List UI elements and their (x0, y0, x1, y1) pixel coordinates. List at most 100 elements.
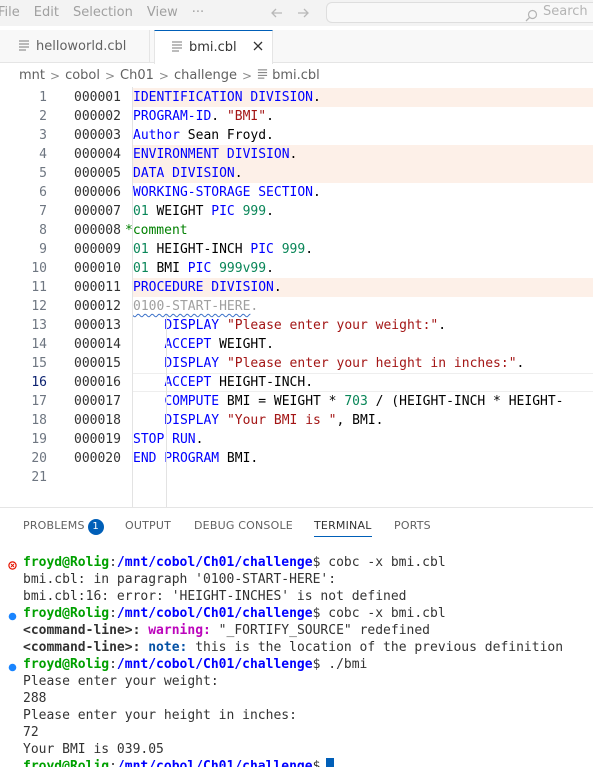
indent-guide (132, 87, 133, 507)
breadcrumb-item[interactable]: bmi.cbl (272, 68, 320, 83)
code-token: 01 (133, 204, 149, 219)
code-text: DATA DIVISION. (133, 164, 243, 183)
sequence-number: 000015 (74, 356, 121, 371)
code-line[interactable]: 9 000009 01 HEIGHT-INCH PIC 999. (0, 240, 593, 259)
terminal-text: 72 (23, 724, 39, 741)
terminal-line: froyd@Rolig:/mnt/cobol/Ch01/challenge$ c… (0, 605, 593, 622)
menu-file[interactable]: File (0, 2, 27, 24)
code-line[interactable]: 6 000006 WORKING-STORAGE SECTION. (0, 183, 593, 202)
back-arrow-icon[interactable] (270, 6, 284, 20)
terminal-token: froyd@Rolig (23, 759, 110, 767)
terminal-output[interactable]: froyd@Rolig:/mnt/cobol/Ch01/challenge$ c… (0, 554, 593, 767)
terminal-token: Please enter your height in inches: (23, 708, 297, 723)
tab-output[interactable]: OUTPUT (125, 517, 171, 537)
line-number: 19 (31, 432, 47, 447)
tab-debug-console[interactable]: DEBUG CONSOLE (194, 517, 293, 537)
tab-problems[interactable]: PROBLEMS 1 (23, 517, 104, 537)
sequence-number: 000014 (74, 337, 121, 352)
code-line[interactable]: 11 000011 PROCEDURE DIVISION. (0, 278, 593, 297)
code-line[interactable]: 15 000015 DISPLAY "Please enter your heig… (0, 354, 593, 373)
code-token: DISPLAY (164, 318, 220, 333)
terminal-line: 72 (0, 724, 593, 741)
code-editor[interactable]: 1 000001 IDENTIFICATION DIVISION. 2 000002 PR… (0, 87, 593, 507)
code-token: WEIGHT. (211, 337, 274, 352)
code-line[interactable]: 21 (0, 468, 593, 487)
code-line[interactable]: 19 000019 STOP RUN. (0, 430, 593, 449)
code-token: 0100-START-HERE (133, 299, 251, 314)
terminal-token: froyd@Rolig (23, 555, 110, 570)
code-line[interactable]: 17 000017 COMPUTE BMI = WEIGHT * 703 / (H… (0, 392, 593, 411)
terminal-token: bmi.cbl: in paragraph '0100-START-HERE': (23, 572, 337, 587)
close-icon[interactable] (252, 40, 264, 56)
forward-arrow-icon[interactable] (296, 6, 310, 20)
tab-terminal[interactable]: TERMINAL (314, 517, 372, 537)
code-token: . (211, 109, 220, 124)
code-token: IDENTIFICATION DIVISION (133, 90, 314, 105)
code-text: STOP RUN. (133, 430, 203, 449)
breadcrumb-item[interactable]: Ch01 (120, 68, 154, 83)
code-line[interactable]: 14 000014 ACCEPT WEIGHT. (0, 335, 593, 354)
code-line[interactable]: 10 000010 01 BMI PIC 999v99. (0, 259, 593, 278)
code-line[interactable]: 1 000001 IDENTIFICATION DIVISION. (0, 88, 593, 107)
terminal-text: bmi.cbl: in paragraph '0100-START-HERE': (23, 571, 336, 588)
line-number: 21 (31, 470, 47, 485)
code-line[interactable]: 20 000020 END PROGRAM BMI. (0, 449, 593, 468)
terminal-token: : (109, 555, 117, 570)
command-center-search[interactable]: Search (326, 2, 593, 23)
code-text: DISPLAY "Please enter your weight:". (133, 316, 446, 335)
code-line[interactable]: 12 000012 0100-START-HERE. (0, 297, 593, 316)
menu-selection[interactable]: Selection (66, 2, 140, 24)
terminal-text: froyd@Rolig:/mnt/cobol/Ch01/challenge$ c… (23, 554, 446, 571)
code-line[interactable]: 7 000007 01 WEIGHT PIC 999. (0, 202, 593, 221)
menu-edit[interactable]: Edit (27, 2, 66, 24)
terminal-token: /mnt/cobol/Ch01/challenge (116, 555, 313, 570)
menu-view[interactable]: View (140, 2, 185, 24)
tab-bmi[interactable]: bmi.cbl (154, 30, 273, 64)
terminal-token: bmi.cbl:16: error: 'HEIGHT-INCHES' is no… (23, 589, 407, 604)
tab-helloworld[interactable]: helloworld.cbl (0, 30, 150, 63)
code-token: PIC (250, 242, 274, 257)
line-number: 7 (39, 204, 47, 219)
line-number: 16 (31, 375, 47, 390)
terminal-token: : (109, 606, 117, 621)
terminal-text: <command-line>: warning: "_FORTIFY_SOURC… (23, 622, 430, 639)
code-token: DISPLAY (164, 356, 220, 371)
code-line[interactable]: 8 000008 *comment (0, 221, 593, 240)
file-lines-icon (171, 40, 183, 56)
code-line[interactable]: 13 000013 DISPLAY "Please enter your weig… (0, 316, 593, 335)
terminal-token: warning: (148, 623, 211, 638)
chevron-right-icon: > (50, 68, 61, 83)
code-line[interactable]: 4 000004 ENVIRONMENT DIVISION. (0, 145, 593, 164)
code-token: *comment (125, 223, 188, 238)
code-line[interactable]: 5 000005 DATA DIVISION. (0, 164, 593, 183)
breadcrumb-item[interactable]: mnt (19, 68, 45, 83)
sequence-number: 000020 (74, 451, 121, 466)
code-token: ACCEPT (164, 337, 212, 352)
code-text: DISPLAY "Your BMI is ", BMI. (133, 411, 383, 430)
navigation-arrows (270, 2, 310, 24)
terminal-token: Your BMI is 039.05 (23, 742, 164, 757)
tab-ports[interactable]: PORTS (394, 517, 431, 537)
line-number: 18 (31, 413, 47, 428)
breadcrumb-item[interactable]: cobol (65, 68, 100, 83)
code-token: . (195, 432, 204, 447)
code-line[interactable]: 3 000003 Author Sean Froyd. (0, 126, 593, 145)
code-token: "BMI" (226, 109, 267, 124)
code-text: 01 BMI PIC 999v99. (133, 259, 274, 278)
terminal-token: : (109, 759, 117, 767)
breadcrumb-item[interactable]: challenge (174, 68, 237, 83)
code-token: "Please enter your height in inches:" (226, 356, 517, 371)
code-token: . (234, 166, 243, 181)
terminal-cursor (326, 758, 335, 767)
code-token: . (266, 204, 274, 219)
menu-more[interactable]: ··· (185, 2, 211, 24)
code-token: "Please enter your weight:" (226, 318, 439, 333)
code-line[interactable]: 2 000002 PROGRAM-ID. "BMI". (0, 107, 593, 126)
code-text: PROGRAM-ID. "BMI". (133, 107, 274, 126)
code-line[interactable]: 18 000018 DISPLAY "Your BMI is ", BMI. (0, 411, 593, 430)
code-token: PIC (187, 261, 212, 276)
code-token: HEIGHT-INCH (148, 242, 251, 257)
